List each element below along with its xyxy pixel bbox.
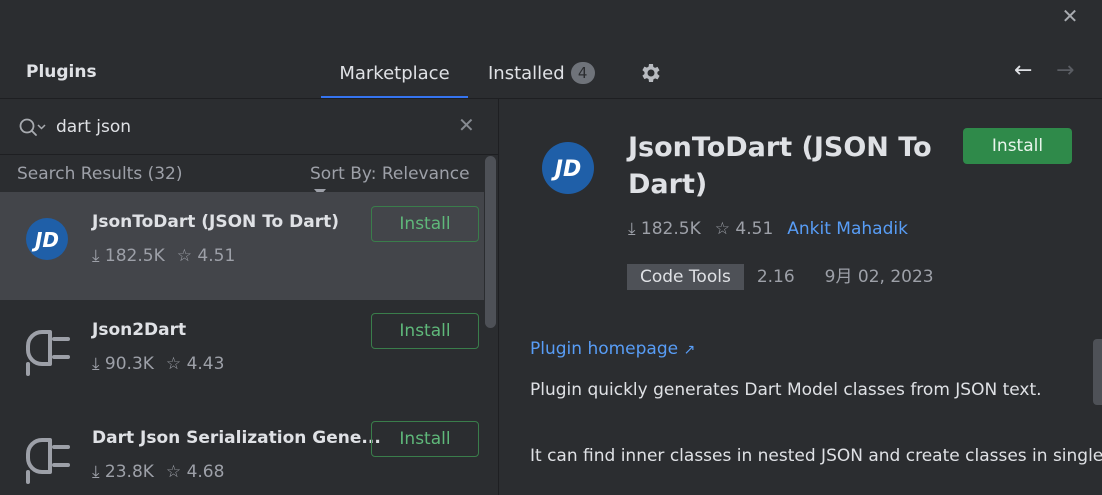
download-icon: ⤓	[92, 354, 100, 374]
search-results-panel: ✕ Search Results (32) Sort By: Relevance…	[0, 99, 499, 495]
back-arrow-icon[interactable]: ←	[1014, 58, 1032, 83]
detail-plugin-name: JsonToDart (JSON To Dart)	[628, 132, 932, 200]
install-button[interactable]: Install	[371, 421, 479, 457]
download-count: 182.5K	[104, 246, 165, 266]
rating: 4.51	[197, 246, 236, 266]
detail-install-button[interactable]: Install	[963, 128, 1072, 164]
install-button[interactable]: Install	[371, 313, 479, 349]
release-date: 9月 02, 2023	[824, 267, 934, 287]
download-count: 182.5K	[640, 219, 701, 239]
search-icon[interactable]	[18, 117, 46, 139]
svg-text:JD: JD	[31, 228, 59, 252]
tab-marketplace-label: Marketplace	[339, 63, 450, 84]
page-title: Plugins	[26, 62, 97, 82]
author-link[interactable]: Ankit Mahadik	[787, 219, 908, 239]
clear-search-icon[interactable]: ✕	[458, 113, 475, 137]
results-header: Search Results (32) Sort By: Relevance	[0, 156, 484, 196]
category-tag[interactable]: Code Tools	[627, 264, 744, 290]
download-count: 23.8K	[104, 462, 154, 482]
rating: 4.51	[735, 219, 774, 239]
close-icon[interactable]: ✕	[1058, 4, 1082, 28]
plugin-version: 2.16	[756, 267, 795, 287]
gear-icon[interactable]	[638, 60, 662, 86]
plugin-name: Json2Dart	[92, 320, 187, 340]
tab-marketplace[interactable]: Marketplace	[321, 60, 468, 100]
results-count: Search Results (32)	[17, 164, 183, 184]
star-icon: ☆	[176, 246, 192, 266]
plugin-name: JsonToDart (JSON To Dart)	[92, 212, 339, 232]
installed-count-badge: 4	[570, 62, 595, 84]
external-link-icon: ↗	[683, 342, 696, 358]
description-paragraph: It can find inner classes in nested JSON…	[530, 446, 1102, 466]
plugin-name: Dart Json Serialization Gene...	[92, 428, 381, 448]
download-icon: ⤓	[628, 219, 636, 239]
plugin-detail-panel: JD JsonToDart (JSON To Dart) Install ⤓ 1…	[500, 99, 1102, 495]
search-bar: ✕	[0, 99, 498, 155]
plugin-plug-icon	[18, 426, 78, 486]
plugin-plug-icon	[18, 318, 78, 378]
detail-meta: Code Tools 2.16 9月 02, 2023	[627, 262, 934, 290]
homepage-label: Plugin homepage	[530, 339, 679, 359]
tab-installed-label: Installed	[488, 63, 565, 84]
results-scrollbar[interactable]	[485, 156, 496, 328]
sort-label: Sort By: Relevance	[310, 164, 470, 184]
star-icon: ☆	[714, 219, 730, 239]
plugin-homepage-link[interactable]: Plugin homepage ↗	[530, 339, 695, 359]
plugin-stats: ⤓ 23.8K ☆ 4.68	[92, 462, 236, 482]
plugin-list-item[interactable]: JD JsonToDart (JSON To Dart) ⤓ 182.5K ☆ 4…	[0, 192, 484, 300]
detail-stats: ⤓ 182.5K ☆ 4.51 Ankit Mahadik	[628, 219, 908, 239]
download-icon: ⤓	[92, 462, 100, 482]
plugin-list-item[interactable]: Json2Dart ⤓ 90.3K ☆ 4.43 Install	[0, 300, 484, 408]
rating: 4.68	[186, 462, 225, 482]
forward-arrow-icon[interactable]: →	[1056, 58, 1074, 83]
description-paragraph: Plugin quickly generates Dart Model clas…	[530, 380, 1042, 400]
plugin-stats: ⤓ 90.3K ☆ 4.43	[92, 354, 236, 374]
plugin-list-item[interactable]: Dart Json Serialization Gene... ⤓ 23.8K ☆…	[0, 408, 484, 495]
plugin-stats: ⤓ 182.5K ☆ 4.51	[92, 246, 247, 266]
tab-installed[interactable]: Installed 4	[488, 60, 595, 100]
jd-logo-icon: JD	[18, 210, 78, 270]
star-icon: ☆	[165, 354, 182, 374]
search-input[interactable]	[56, 111, 446, 143]
svg-text:JD: JD	[551, 157, 581, 182]
rating: 4.43	[186, 354, 225, 374]
download-icon: ⤓	[92, 246, 100, 266]
install-button[interactable]: Install	[371, 206, 479, 242]
jd-logo-icon: JD	[542, 142, 594, 194]
detail-scrollbar[interactable]	[1093, 339, 1102, 405]
download-count: 90.3K	[104, 354, 154, 374]
star-icon: ☆	[165, 462, 182, 482]
